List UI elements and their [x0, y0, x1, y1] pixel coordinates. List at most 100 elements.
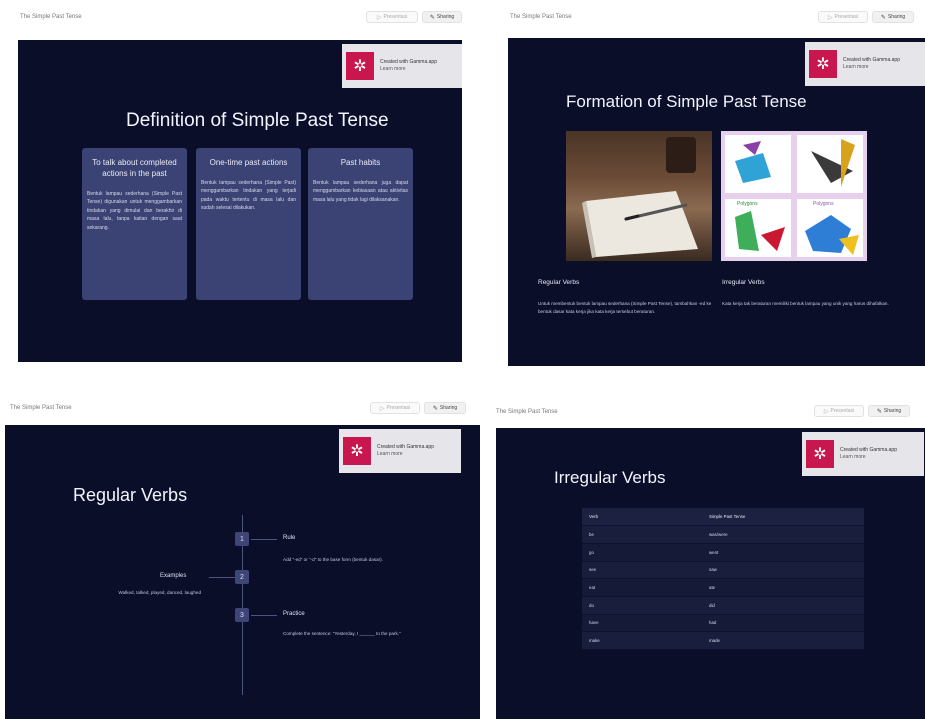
gamma-logo-icon: ✲ — [346, 52, 374, 80]
pen-icon: ✎ — [876, 408, 882, 415]
gamma-logo-icon: ✲ — [809, 50, 837, 78]
badge-line1: Created with Gamma.app — [843, 57, 900, 63]
quadrant-regular-verbs: The Simple Past Tense ▷ Presentasi ✎ Shari… — [0, 392, 480, 719]
card-body: Bentuk lampau sederhana (Simple Past) me… — [201, 179, 296, 212]
slide-regular-verbs: ✲ Created with Gamma.app Learn more Regul… — [5, 425, 480, 719]
table-cell: went — [702, 543, 864, 562]
share-button[interactable]: ✎ Sharing — [872, 11, 914, 23]
step-text-rule: Add "-ed" or "-d" to the base form (bent… — [283, 557, 383, 562]
card-heading: To talk about completed actions in the p… — [92, 158, 177, 178]
play-icon: ▷ — [376, 14, 382, 21]
table-cell: be — [582, 525, 702, 544]
step-text-examples: Walked, talked, played, danced, laughed — [118, 590, 201, 595]
table-cell: made — [702, 631, 864, 650]
table-cell: did — [702, 596, 864, 615]
card-completed-actions: To talk about completed actions in the p… — [82, 148, 187, 300]
step-number: 2 — [235, 570, 249, 584]
gamma-logo-icon: ✲ — [806, 440, 834, 468]
document-title: The Simple Past Tense — [20, 14, 82, 20]
timeline-connector — [251, 539, 277, 540]
slide-definition: ✲ Created with Gamma.app Learn more Defin… — [18, 40, 462, 362]
column-body-regular: Untuk membentuk bentuk lampau sederhana … — [538, 301, 712, 314]
table-row: go went — [582, 543, 864, 562]
badge-line1: Created with Gamma.app — [840, 447, 897, 453]
badge-learn-more[interactable]: Learn more — [380, 66, 437, 73]
gamma-badge[interactable]: ✲ Created with Gamma.app Learn more — [805, 42, 925, 86]
table-cell: eat — [582, 578, 702, 597]
slide-formation: ✲ Created with Gamma.app Learn more Forma… — [508, 38, 925, 366]
badge-learn-more[interactable]: Learn more — [843, 64, 900, 71]
badge-line1: Created with Gamma.app — [380, 59, 437, 65]
table-cell: have — [582, 614, 702, 633]
column-heading-irregular: Irregular Verbs — [722, 279, 765, 286]
quadrant-definition: The Simple Past Tense ▷ Presentasi ✎ Shari… — [0, 0, 462, 375]
table-row: have had — [582, 614, 864, 633]
table-cell: see — [582, 561, 702, 580]
table-cell: saw — [702, 561, 864, 580]
present-button[interactable]: ▷ Presentasi — [370, 402, 420, 414]
badge-learn-more[interactable]: Learn more — [840, 454, 897, 461]
slide-title: Formation of Simple Past Tense — [566, 92, 807, 111]
slide-irregular-verbs: ✲ Created with Gamma.app Learn more Irreg… — [496, 428, 925, 719]
card-past-habits: Past habits Bentuk lampau sederhana juga… — [308, 148, 413, 300]
slide-title: Irregular Verbs — [554, 468, 666, 487]
step-text-practice: Complete the sentence: "Yesterday, I ___… — [283, 631, 401, 636]
step-heading-practice: Practice — [283, 611, 305, 617]
timeline-connector — [251, 615, 277, 616]
step-number: 3 — [235, 608, 249, 622]
card-body: Bentuk lampau sederhana juga dapat mengg… — [313, 179, 408, 203]
image-label: Polygons — [737, 201, 758, 207]
gamma-badge[interactable]: ✲ Created with Gamma.app Learn more — [802, 432, 924, 476]
table-header-cell: Verb — [582, 508, 702, 527]
present-button[interactable]: ▷ Presentasi — [818, 11, 868, 23]
table-cell: ate — [702, 578, 864, 597]
gamma-logo-icon: ✲ — [343, 437, 371, 465]
table-cell: do — [582, 596, 702, 615]
table-row: see saw — [582, 561, 864, 580]
share-button[interactable]: ✎ Sharing — [868, 405, 910, 417]
column-body-irregular: Kata kerja tak beraturan memiliki bentuk… — [722, 301, 889, 306]
card-body: Bentuk lampau sederhana (Simple Past Ten… — [87, 190, 182, 231]
badge-line1: Created with Gamma.app — [377, 444, 434, 450]
step-heading-rule: Rule — [283, 535, 296, 541]
notebook-pen-image — [566, 131, 712, 261]
timeline-connector — [209, 577, 235, 578]
table-row: eat ate — [582, 578, 864, 597]
table-cell: had — [702, 614, 864, 633]
share-button[interactable]: ✎ Sharing — [422, 11, 462, 23]
badge-learn-more[interactable]: Learn more — [377, 451, 434, 458]
step-heading-examples: Examples — [160, 573, 187, 579]
play-icon: ▷ — [827, 14, 833, 21]
verbs-table: Verb Simple Past Tense be was/were go went… — [582, 508, 864, 650]
present-button[interactable]: ▷ Presentasi — [366, 11, 418, 23]
pen-icon: ✎ — [429, 14, 435, 21]
document-title: The Simple Past Tense — [510, 14, 572, 20]
gamma-badge[interactable]: ✲ Created with Gamma.app Learn more — [342, 44, 462, 88]
document-title: The Simple Past Tense — [496, 409, 558, 415]
share-button[interactable]: ✎ Sharing — [424, 402, 466, 414]
table-cell: go — [582, 543, 702, 562]
table-header-cell: Simple Past Tense — [702, 508, 864, 527]
slide-title: Definition of Simple Past Tense — [126, 110, 389, 131]
quadrant-formation: The Simple Past Tense ▷ Presentasi ✎ Shari… — [500, 0, 925, 375]
slide-title: Regular Verbs — [73, 485, 188, 505]
image-label: Polygons — [813, 201, 834, 207]
column-heading-regular: Regular Verbs — [538, 279, 580, 286]
quadrant-irregular-verbs: The Simple Past Tense ▷ Presentasi ✎ Shari… — [492, 392, 925, 719]
table-cell: was/were — [702, 525, 864, 544]
table-row: be was/were — [582, 525, 864, 544]
table-header-row: Verb Simple Past Tense — [582, 508, 864, 527]
pen-icon: ✎ — [880, 14, 886, 21]
play-icon: ▷ — [379, 405, 385, 412]
table-row: do did — [582, 596, 864, 615]
table-row: make made — [582, 631, 864, 650]
table-cell: make — [582, 631, 702, 650]
present-button[interactable]: ▷ Presentasi — [814, 405, 864, 417]
gamma-badge[interactable]: ✲ Created with Gamma.app Learn more — [339, 429, 461, 473]
card-one-time-actions: One-time past actions Bentuk lampau sede… — [196, 148, 301, 300]
card-heading: Past habits — [340, 158, 381, 167]
card-heading: One-time past actions — [209, 158, 288, 167]
polygon-shapes-image: Polygons Polygons — [721, 131, 867, 261]
step-number: 1 — [235, 532, 249, 546]
document-title: The Simple Past Tense — [10, 405, 72, 411]
